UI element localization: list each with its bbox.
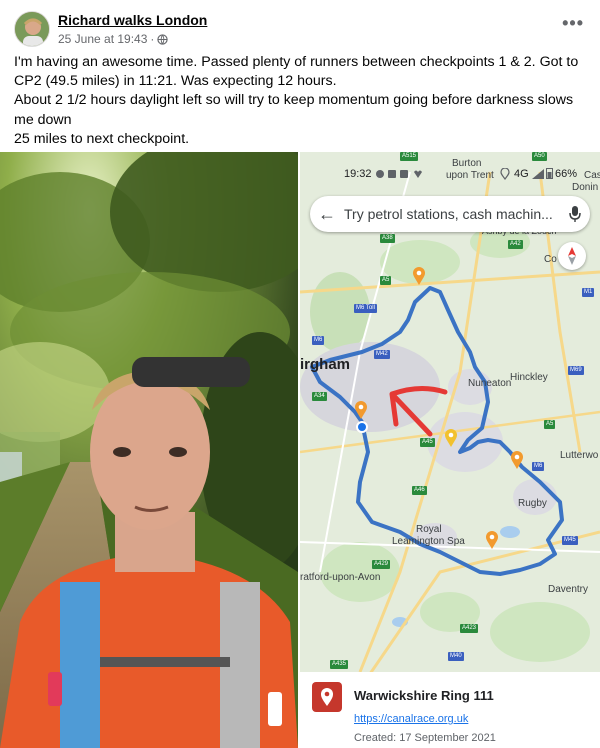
road-shield: A429	[372, 560, 391, 569]
avatar-image	[15, 12, 49, 46]
phone-status-bar: 19:32 4G 66%	[300, 152, 600, 194]
globe-icon[interactable]	[157, 33, 169, 45]
map-label-nuneaton: Nuneaton	[468, 378, 512, 389]
selfie-image	[0, 152, 298, 748]
pin-icon[interactable]	[485, 530, 499, 550]
road-shield: M6 Toll	[354, 304, 377, 313]
pin-icon[interactable]	[354, 400, 368, 420]
status-network: 4G	[514, 168, 529, 180]
road-shield: A34	[312, 392, 327, 401]
road-shield: A423	[460, 624, 479, 633]
post-header: Richard walks London 25 June at 19:43 · …	[14, 11, 594, 51]
back-arrow-icon[interactable]: ←	[310, 204, 344, 225]
location-icon	[500, 168, 510, 180]
post-card: Richard walks London 25 June at 19:43 · …	[0, 0, 600, 748]
maps-search-bar[interactable]: ← Try petrol stations, cash machin...	[310, 196, 590, 232]
map-label-birmingham: irgham	[300, 356, 351, 373]
road-shield: M1	[582, 288, 595, 297]
road-shield: A38	[380, 234, 395, 243]
map-pin-icon	[321, 688, 333, 706]
map-label-rugby: Rugby	[518, 498, 547, 509]
more-options-button[interactable]: •••	[562, 13, 584, 34]
place-created-date: Created: 17 September 2021	[354, 732, 496, 744]
map-screenshot[interactable]: Burton upon Trent Cast Donin Ashby de la…	[300, 152, 600, 748]
road-shield: M6	[312, 336, 325, 345]
author-avatar[interactable]	[14, 11, 50, 47]
signal-icon	[532, 169, 544, 179]
microphone-icon[interactable]	[560, 205, 590, 223]
post-text-line: About 2 1/2 hours daylight left so will …	[14, 92, 574, 128]
map-label-daventry: Daventry	[548, 584, 589, 595]
meta-separator: ·	[150, 32, 155, 46]
map-label-hinckley: Hinckley	[510, 372, 548, 383]
notification-icons	[376, 170, 422, 178]
compass-icon	[568, 247, 576, 265]
post-body: I'm having an awesome time. Passed plent…	[14, 53, 584, 149]
road-shield: M42	[374, 350, 390, 359]
post-date[interactable]: 25 June at 19:43	[58, 32, 147, 46]
post-text-line: 25 miles to next checkpoint.	[14, 130, 190, 147]
map-label-co: Co	[544, 254, 557, 265]
map-label-royal: Royal	[416, 524, 442, 535]
post-text-line: I'm having an awesome time. Passed plent…	[14, 54, 579, 90]
road-shield: M45	[562, 536, 578, 545]
place-title[interactable]: Warwickshire Ring 111	[354, 688, 494, 703]
place-info-card[interactable]: Warwickshire Ring 111 https://canalrace.…	[300, 672, 600, 748]
map-label-leamington: Leamington Spa	[392, 536, 465, 547]
road-shield: A5	[380, 276, 392, 285]
selfie-photo[interactable]	[0, 152, 298, 748]
map-label-stratford: ratford-upon-Avon	[300, 572, 381, 583]
road-shield: M69	[568, 366, 584, 375]
pin-icon[interactable]	[412, 266, 426, 286]
status-battery: 66%	[555, 168, 578, 180]
status-time: 19:32	[344, 168, 372, 180]
road-shield: A435	[330, 660, 349, 669]
compass-button[interactable]	[558, 242, 586, 270]
road-shield: M6	[532, 462, 545, 471]
road-shield: A45	[420, 438, 435, 447]
place-website-link[interactable]: https://canalrace.org.uk	[354, 713, 468, 725]
map-label-lutterworth: Lutterwo	[560, 450, 599, 461]
road-shield: A46	[412, 486, 427, 495]
road-shield: A42	[508, 240, 523, 249]
battery-icon	[546, 168, 553, 179]
post-meta: 25 June at 19:43 ·	[58, 32, 169, 46]
pin-icon[interactable]	[444, 428, 458, 448]
place-icon-tile	[312, 682, 342, 712]
maps-search-placeholder[interactable]: Try petrol stations, cash machin...	[344, 206, 560, 222]
road-shield: A5	[544, 420, 556, 429]
pin-icon[interactable]	[510, 450, 524, 470]
author-name-link[interactable]: Richard walks London	[58, 12, 207, 28]
road-shield: M40	[448, 652, 464, 661]
